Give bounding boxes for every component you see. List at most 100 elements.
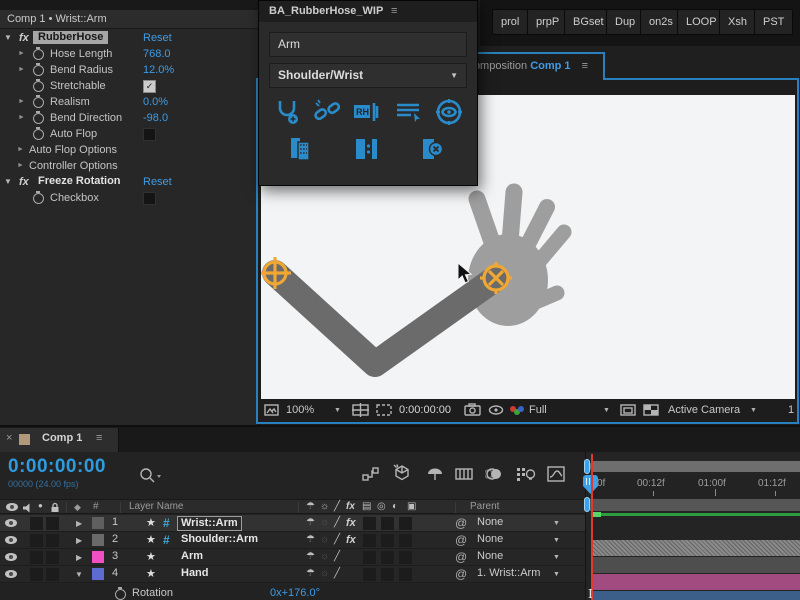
shy-switch[interactable]: ☂ [306,517,315,528]
comp-current-time[interactable]: 0:00:00:00 [399,399,451,422]
select-hose-layers-icon[interactable] [394,97,424,127]
layer-name[interactable]: Arm [181,550,203,562]
draft-3d-icon[interactable] [393,464,411,482]
group-row-auto-flop-options[interactable]: ► Auto Flop Options [0,142,258,158]
freeze-checkbox[interactable] [143,192,156,205]
expand-layer-icon[interactable]: ▶ [76,536,82,545]
stopwatch-icon[interactable] [33,113,44,124]
timeline-tab-comp1[interactable]: × Comp 1 ≡ [0,428,119,452]
solo-cell[interactable] [30,517,43,530]
magnification-icon[interactable] [264,403,279,417]
show-controllers-icon[interactable] [434,97,464,127]
mini-flowchart-icon[interactable] [362,465,380,483]
stopwatch-icon[interactable] [115,589,126,600]
auto-keyframe-icon[interactable] [516,465,536,483]
layer-row-1[interactable]: ▶ 1 ★ # Wrist::Arm ☂ ☼ ╱ fx @ None ▼ [0,515,585,532]
duplicate-hose-icon[interactable] [286,134,316,164]
collapse-switch[interactable]: ☼ [320,568,329,579]
time-ruler[interactable]: 0f 00:12f 01:00f 01:12f [586,475,800,497]
layer-bar-3[interactable] [593,574,800,590]
solo-cell[interactable] [30,534,43,547]
zoom-level[interactable]: 100% [286,399,314,422]
resolution-value[interactable]: Full [529,399,547,422]
script-button-prol[interactable]: prol [492,9,528,35]
expand-arrow-icon[interactable]: ► [18,62,25,78]
property-row-bend-radius[interactable]: ► Bend Radius 12.0% [0,62,258,78]
script-button-xsh[interactable]: Xsh [719,9,756,35]
effect-row-rubberhose[interactable]: ▼ fx RubberHose Reset [0,30,258,46]
layer-bar-4[interactable] [593,591,800,600]
fx-switch[interactable]: fx [346,517,356,529]
rename-hose-icon[interactable]: RH [352,97,382,127]
script-button-dup[interactable]: Dup [606,9,644,35]
collapse-switch[interactable]: ☼ [320,534,329,545]
threed-cell[interactable] [399,551,412,564]
playhead-line[interactable] [591,454,593,600]
rubberhose-panel-title[interactable]: BA_RubberHose_WIP ≡ [259,1,477,22]
parent-dropdown[interactable]: 1. Wrist::Arm [477,567,551,579]
expand-layer-icon[interactable]: ▶ [76,519,82,528]
stopwatch-icon[interactable] [33,65,44,76]
collapse-switch[interactable]: ☼ [320,517,329,528]
work-area-bar[interactable] [590,499,800,511]
panel-menu-icon[interactable]: ≡ [582,60,588,72]
property-row-bend-direction[interactable]: ► Bend Direction -98.0 [0,110,258,126]
hose-style-dropdown[interactable]: Shoulder/Wrist ▼ [269,63,467,88]
collapse-switch[interactable]: ☼ [320,551,329,562]
new-hose-icon[interactable] [272,97,302,127]
reset-link[interactable]: Reset [143,30,172,46]
threed-cell[interactable] [399,568,412,581]
layer-name-column-header[interactable]: Layer Name [129,501,183,512]
region-of-interest-icon[interactable] [376,403,392,417]
layer-label-swatch[interactable] [92,551,104,563]
motion-blur-cell[interactable] [381,551,394,564]
property-row-auto-flop[interactable]: Auto Flop [0,126,258,142]
hide-shy-layers-icon[interactable] [426,465,444,483]
lock-cell[interactable] [46,568,59,581]
target-region-icon[interactable] [620,403,636,417]
expand-layer-icon[interactable]: ▶ [76,553,82,562]
layer-name[interactable]: Wrist::Arm [177,516,242,531]
lock-cell[interactable] [46,517,59,530]
property-value[interactable]: -98.0 [143,110,168,126]
layer-label-swatch[interactable] [92,568,104,580]
collapse-triangle-icon[interactable]: ▼ [4,174,12,190]
shy-switch[interactable]: ☂ [306,551,315,562]
quality-switch[interactable]: ╱ [334,551,340,562]
layer-bar-1[interactable] [593,540,800,556]
effect-row-freeze-rotation[interactable]: ▼ fx Freeze Rotation Reset [0,174,258,190]
camera-dropdown-icon[interactable]: ▼ [750,399,757,422]
effect-name[interactable]: Freeze Rotation [33,175,126,188]
view-layout-value[interactable]: 1 [788,399,794,422]
property-row-realism[interactable]: ► Realism 0.0% [0,94,258,110]
frame-blending-icon[interactable] [455,465,473,483]
reset-link[interactable]: Reset [143,174,172,190]
unlink-hose-icon[interactable] [312,97,342,127]
collapse-triangle-icon[interactable]: ▼ [4,30,12,46]
property-value[interactable]: 768.0 [143,46,171,62]
frame-blend-cell[interactable] [363,534,376,547]
layer-name[interactable]: Shoulder::Arm [181,533,258,545]
eye-icon[interactable] [5,536,17,544]
transparency-grid-icon[interactable] [643,403,659,417]
property-name[interactable]: Rotation [132,587,173,599]
eye-icon[interactable] [5,519,17,527]
property-value[interactable]: 12.0% [143,62,174,78]
threed-cell[interactable] [399,534,412,547]
quality-switch[interactable]: ╱ [334,568,340,579]
expand-arrow-icon[interactable]: ► [17,142,24,158]
quality-switch[interactable]: ╱ [334,517,340,528]
layer-row-2[interactable]: ▶ 2 ★ # Shoulder::Arm ☂ ☼ ╱ fx @ None ▼ [0,532,585,549]
delete-hose-icon[interactable] [417,134,447,164]
channels-icon[interactable] [510,399,526,422]
effect-name[interactable]: RubberHose [33,31,108,44]
eye-icon[interactable] [5,570,17,578]
property-value[interactable]: 0x+176.0° [270,587,320,599]
time-navigator-bar[interactable] [590,461,800,472]
fx-switch[interactable]: fx [346,534,356,546]
group-row-controller-options[interactable]: ► Controller Options [0,158,258,174]
parent-dropdown-arrow[interactable]: ▼ [553,520,560,527]
stopwatch-icon[interactable] [33,49,44,60]
parent-dropdown[interactable]: None [477,516,551,528]
safe-zones-icon[interactable] [352,403,369,417]
